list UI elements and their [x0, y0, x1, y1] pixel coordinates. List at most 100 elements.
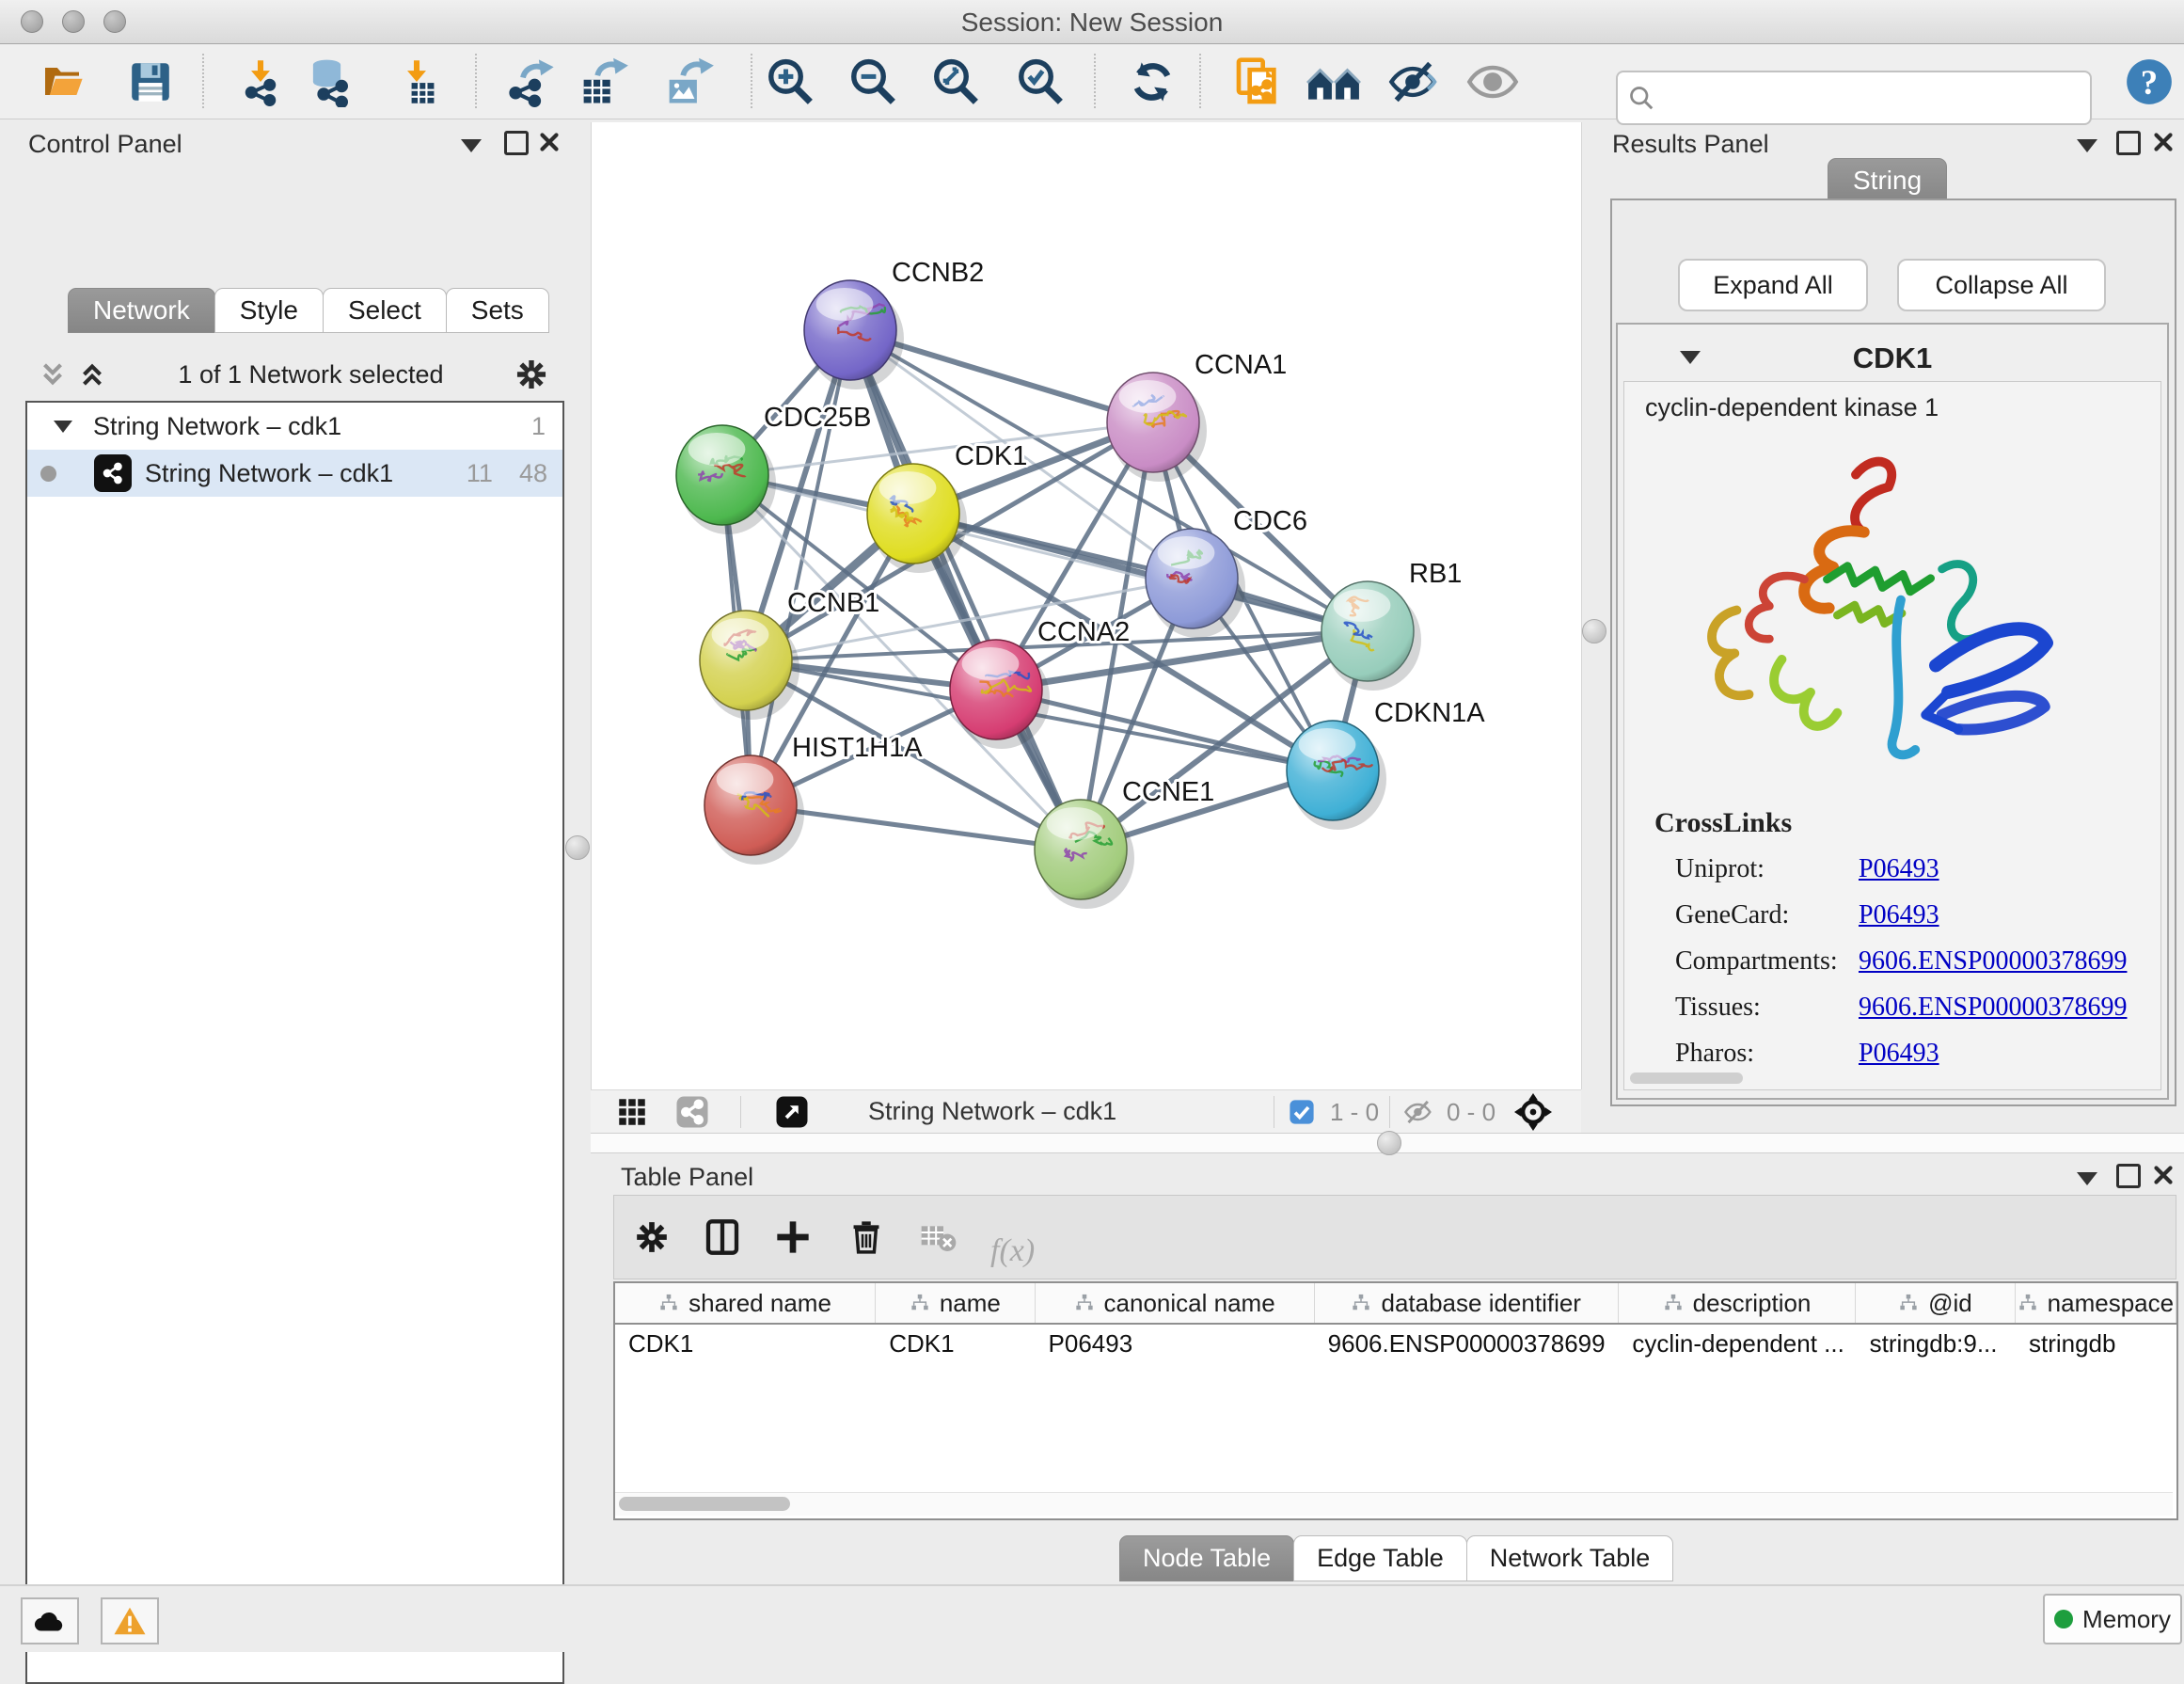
- column-header-database-identifier[interactable]: database identifier: [1315, 1283, 1619, 1323]
- memory-button[interactable]: Memory: [2043, 1594, 2182, 1644]
- crosslink-label: Tissues:: [1675, 993, 1859, 1023]
- table-cell[interactable]: stringdb: [2016, 1329, 2176, 1358]
- panel-float-icon[interactable]: [2116, 1164, 2141, 1188]
- network-node-CDK1[interactable]: CDK1: [867, 441, 1027, 573]
- open-session-icon[interactable]: [40, 59, 88, 104]
- crosslink-row: Uniprot:P06493: [1675, 854, 2145, 884]
- crosslink-link[interactable]: 9606.ENSP00000378699: [1859, 946, 2127, 977]
- tree-expand-caret-icon[interactable]: [54, 421, 72, 433]
- create-column-plus-icon[interactable]: [774, 1218, 812, 1256]
- delete-table-icon[interactable]: [920, 1221, 957, 1253]
- horizontal-splitter-handle[interactable]: [1377, 1131, 1401, 1155]
- network-canvas[interactable]: CCNB2CCNA1CDC25BCDK1CDC6RB1CCNB1CCNA2CDK…: [591, 122, 1582, 1089]
- network-node-CCNB2[interactable]: CCNB2: [804, 258, 984, 389]
- network-row[interactable]: String Network – cdk1 11 48: [27, 450, 562, 497]
- warning-status-button[interactable]: [101, 1597, 159, 1644]
- panel-close-icon[interactable]: [538, 131, 561, 153]
- network-options-gear-icon[interactable]: [514, 357, 549, 392]
- selected-checkbox-icon[interactable]: [1289, 1099, 1315, 1125]
- expand-all-button[interactable]: Expand All: [1678, 259, 1868, 311]
- tab-network-table[interactable]: Network Table: [1466, 1535, 1674, 1581]
- function-builder-icon[interactable]: f(x): [990, 1233, 1035, 1269]
- network-node-HIST1H1A[interactable]: HIST1H1A: [704, 733, 923, 865]
- panel-menu-caret-icon[interactable]: [2077, 1172, 2097, 1185]
- search-input[interactable]: [1665, 83, 2090, 114]
- results-scrollbar-thumb[interactable]: [1630, 1072, 1743, 1084]
- new-network-from-selection-icon[interactable]: [1232, 56, 1285, 108]
- panel-float-icon[interactable]: [2116, 131, 2141, 155]
- left-splitter-handle[interactable]: [565, 835, 590, 860]
- column-header-name[interactable]: name: [876, 1283, 1036, 1323]
- collapse-all-button[interactable]: Collapse All: [1897, 259, 2106, 311]
- tab-select[interactable]: Select: [323, 288, 447, 333]
- panel-close-icon[interactable]: [2152, 1164, 2175, 1186]
- column-header-@id[interactable]: @id: [1856, 1283, 2016, 1323]
- tab-edge-table[interactable]: Edge Table: [1293, 1535, 1467, 1581]
- table-options-gear-icon[interactable]: [633, 1218, 671, 1256]
- table-row[interactable]: CDK1CDK1P064939606.ENSP00000378699cyclin…: [615, 1325, 2176, 1362]
- table-cell[interactable]: 9606.ENSP00000378699: [1315, 1329, 1620, 1358]
- zoom-out-icon[interactable]: [847, 56, 898, 107]
- table-cell[interactable]: CDK1: [615, 1329, 876, 1358]
- network-node-CCNE1[interactable]: CCNE1: [1035, 777, 1214, 909]
- horizontal-splitter[interactable]: [591, 1133, 2184, 1153]
- zoom-in-icon[interactable]: [765, 56, 815, 107]
- column-header-namespace[interactable]: namespace: [2016, 1283, 2176, 1323]
- help-icon[interactable]: ?: [2125, 57, 2174, 106]
- crosslink-link[interactable]: P06493: [1859, 900, 1939, 930]
- crosslink-link[interactable]: 9606.ENSP00000378699: [1859, 993, 2127, 1023]
- panel-close-icon[interactable]: [2152, 131, 2175, 153]
- export-image-icon[interactable]: [664, 56, 715, 107]
- svg-text:?: ?: [2141, 63, 2158, 102]
- expand-all-chevrons-icon[interactable]: [76, 358, 108, 390]
- table-hscrollbar[interactable]: [615, 1492, 2173, 1516]
- network-node-count: 11: [467, 459, 493, 488]
- panel-menu-caret-icon[interactable]: [461, 139, 482, 152]
- panel-menu-caret-icon[interactable]: [2077, 139, 2097, 152]
- tab-node-table[interactable]: Node Table: [1119, 1535, 1294, 1581]
- table-cell[interactable]: P06493: [1036, 1329, 1315, 1358]
- export-network-icon[interactable]: [506, 56, 557, 107]
- table-cell[interactable]: cyclin-dependent ...: [1619, 1329, 1856, 1358]
- crosslink-link[interactable]: P06493: [1859, 854, 1939, 884]
- show-eye-icon[interactable]: [1466, 60, 1519, 103]
- open-in-window-icon[interactable]: [775, 1095, 809, 1129]
- network-node-CDKN1A[interactable]: CDKN1A: [1287, 698, 1485, 830]
- table-hscrollbar-thumb[interactable]: [619, 1497, 790, 1511]
- network-share-icon[interactable]: [675, 1095, 709, 1129]
- fit-content-crosshair-icon[interactable]: [1514, 1093, 1552, 1131]
- network-collection-row[interactable]: String Network – cdk1 1: [27, 403, 562, 450]
- import-table-icon[interactable]: [392, 57, 441, 106]
- crosslink-link[interactable]: P06493: [1859, 1039, 1939, 1069]
- tab-string[interactable]: String: [1828, 158, 1947, 203]
- zoom-fit-icon[interactable]: [930, 56, 981, 107]
- tab-network[interactable]: Network: [68, 288, 215, 333]
- table-cell[interactable]: CDK1: [876, 1329, 1035, 1358]
- save-session-icon[interactable]: [127, 58, 174, 105]
- tab-sets[interactable]: Sets: [446, 288, 549, 333]
- hidden-eye-slash-icon[interactable]: [1403, 1099, 1433, 1125]
- delete-column-trash-icon[interactable]: [848, 1217, 884, 1257]
- network-node-RB1[interactable]: RB1: [1321, 559, 1462, 691]
- collapse-all-chevrons-icon[interactable]: [37, 358, 69, 390]
- tab-style[interactable]: Style: [214, 288, 324, 333]
- panel-float-icon[interactable]: [504, 131, 529, 155]
- search-box[interactable]: [1616, 71, 2092, 125]
- hide-selected-eye-slash-icon[interactable]: [1387, 58, 1440, 105]
- network-edge-CCNB2-CCNE1[interactable]: [850, 330, 1081, 850]
- import-network-database-icon[interactable]: [306, 56, 356, 107]
- column-header-description[interactable]: description: [1619, 1283, 1856, 1323]
- network-node-CDC6[interactable]: CDC6: [1146, 506, 1307, 638]
- memory-button-label: Memory: [2082, 1605, 2171, 1634]
- hide-panels-icon[interactable]: [1306, 60, 1361, 103]
- export-table-icon[interactable]: [578, 56, 629, 107]
- show-columns-icon[interactable]: [704, 1217, 741, 1257]
- table-cell[interactable]: stringdb:9...: [1857, 1329, 2016, 1358]
- refresh-icon[interactable]: [1128, 57, 1177, 106]
- birdseye-grid-icon[interactable]: [618, 1098, 646, 1126]
- column-header-shared-name[interactable]: shared name: [615, 1283, 876, 1323]
- column-header-canonical-name[interactable]: canonical name: [1036, 1283, 1315, 1323]
- import-network-file-icon[interactable]: [236, 57, 285, 106]
- cloud-status-button[interactable]: [21, 1597, 79, 1644]
- zoom-selected-icon[interactable]: [1015, 56, 1066, 107]
